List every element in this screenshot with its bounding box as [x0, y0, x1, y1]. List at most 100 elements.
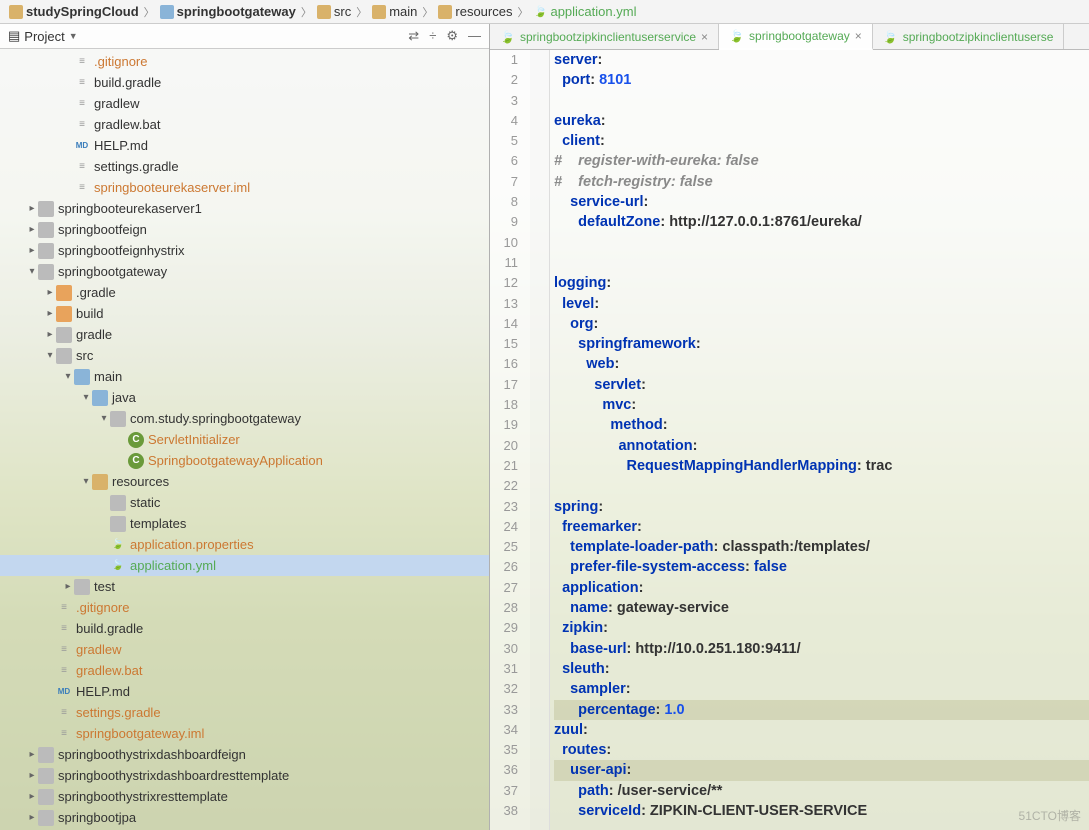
tree-row[interactable]: ≡springbooteurekaserver.iml	[0, 177, 489, 198]
expand-icon[interactable]: ▾	[80, 392, 92, 403]
code-line[interactable]: annotation:	[554, 436, 1089, 456]
expand-icon[interactable]: ▾	[44, 350, 56, 361]
tree-row[interactable]: ▾resources	[0, 471, 489, 492]
expand-icon[interactable]: ▸	[26, 749, 38, 760]
tree-row[interactable]: templates	[0, 513, 489, 534]
tree-row[interactable]: ▸springboothystrixresttemplate	[0, 786, 489, 807]
expand-icon[interactable]: ▾	[80, 476, 92, 487]
breadcrumb-item[interactable]: resources	[435, 2, 515, 21]
expand-icon[interactable]: ▾	[98, 413, 110, 424]
tree-row[interactable]: ≡gradlew.bat	[0, 660, 489, 681]
expand-icon[interactable]: ▸	[44, 329, 56, 340]
tree-row[interactable]: 🍃application.properties	[0, 534, 489, 555]
tree-row[interactable]: ▸.gradle	[0, 282, 489, 303]
code-line[interactable]: web:	[554, 354, 1089, 374]
code-line[interactable]: base-url: http://10.0.251.180:9411/	[554, 639, 1089, 659]
code-line[interactable]: springframework:	[554, 334, 1089, 354]
breadcrumb-item[interactable]: main	[369, 2, 420, 21]
tree-row[interactable]: ≡gradlew	[0, 93, 489, 114]
code-line[interactable]: sleuth:	[554, 659, 1089, 679]
code-line[interactable]: defaultZone: http://127.0.0.1:8761/eurek…	[554, 212, 1089, 232]
code-line[interactable]: sampler:	[554, 679, 1089, 699]
project-tree[interactable]: ≡.gitignore≡build.gradle≡gradlew≡gradlew…	[0, 49, 489, 830]
code-line[interactable]: port: 8101	[554, 70, 1089, 90]
code-line[interactable]: service-url:	[554, 192, 1089, 212]
expand-icon[interactable]: ▸	[44, 308, 56, 319]
expand-icon[interactable]: ▸	[26, 812, 38, 823]
expand-icon[interactable]: ▸	[26, 224, 38, 235]
tree-row[interactable]: CSpringbootgatewayApplication	[0, 450, 489, 471]
code-line[interactable]: application:	[554, 578, 1089, 598]
tree-row[interactable]: ≡settings.gradle	[0, 702, 489, 723]
code-line[interactable]: path: /user-service/**	[554, 781, 1089, 801]
code-line[interactable]: zipkin:	[554, 618, 1089, 638]
expand-icon[interactable]: ▸	[44, 287, 56, 298]
code-line[interactable]: serviceId: ZIPKIN-CLIENT-USER-SERVICE	[554, 801, 1089, 821]
tree-row[interactable]: static	[0, 492, 489, 513]
tree-row[interactable]: ▸springbootfeign	[0, 219, 489, 240]
expand-icon[interactable]: ▾	[26, 266, 38, 277]
breadcrumb-item[interactable]: 🍃application.yml	[530, 2, 639, 21]
tree-row[interactable]: ≡.gitignore	[0, 597, 489, 618]
tree-row[interactable]: ≡springbootgateway.iml	[0, 723, 489, 744]
tree-row[interactable]: ▸springbootjpa	[0, 807, 489, 828]
code-editor[interactable]: 1234567891011121314151617181920212223242…	[490, 50, 1089, 830]
expand-icon[interactable]: ▸	[26, 245, 38, 256]
editor-tab[interactable]: 🍃springbootgateway×	[719, 24, 873, 50]
code-line[interactable]	[554, 253, 1089, 273]
panel-tool-icon[interactable]: ÷	[429, 28, 436, 44]
expand-icon[interactable]: ▸	[26, 791, 38, 802]
fold-area[interactable]	[530, 50, 550, 830]
code-line[interactable]: user-api:	[554, 760, 1089, 780]
tree-row[interactable]: ▾com.study.springbootgateway	[0, 408, 489, 429]
code-line[interactable]: prefer-file-system-access: false	[554, 557, 1089, 577]
code-line[interactable]: zuul:	[554, 720, 1089, 740]
expand-icon[interactable]: ▸	[26, 203, 38, 214]
code-line[interactable]	[554, 233, 1089, 253]
code-line[interactable]: freemarker:	[554, 517, 1089, 537]
code-line[interactable]: eureka:	[554, 111, 1089, 131]
tree-row[interactable]: ▾src	[0, 345, 489, 366]
tree-row[interactable]: ▸test	[0, 576, 489, 597]
tree-row[interactable]: ▾main	[0, 366, 489, 387]
expand-icon[interactable]: ▸	[26, 770, 38, 781]
tree-row[interactable]: ▾java	[0, 387, 489, 408]
tree-row[interactable]: ≡build.gradle	[0, 72, 489, 93]
code-line[interactable]: servlet:	[554, 375, 1089, 395]
editor-tab[interactable]: 🍃springbootzipkinclientuserservice×	[490, 24, 719, 49]
code-line[interactable]: logging:	[554, 273, 1089, 293]
code-line[interactable]: # fetch-registry: false	[554, 172, 1089, 192]
code-line[interactable]: server:	[554, 50, 1089, 70]
tree-row[interactable]: ▸springboothystrixdashboardfeign	[0, 744, 489, 765]
tree-row[interactable]: ≡build.gradle	[0, 618, 489, 639]
code-line[interactable]: RequestMappingHandlerMapping: trac	[554, 456, 1089, 476]
code-line[interactable]: name: gateway-service	[554, 598, 1089, 618]
expand-icon[interactable]: ▸	[62, 581, 74, 592]
code-line[interactable]: routes:	[554, 740, 1089, 760]
code-line[interactable]: method:	[554, 415, 1089, 435]
tree-row[interactable]: MDHELP.md	[0, 681, 489, 702]
tree-row[interactable]: ≡gradlew	[0, 639, 489, 660]
code-line[interactable]: org:	[554, 314, 1089, 334]
panel-tool-icon[interactable]: ⚙	[446, 28, 458, 44]
expand-icon[interactable]: ▾	[62, 371, 74, 382]
tree-row[interactable]: ≡.gitignore	[0, 51, 489, 72]
tree-row[interactable]: ▸springboothystrixdashboardresttemplate	[0, 765, 489, 786]
tree-row[interactable]: ▸springbootfeignhystrix	[0, 240, 489, 261]
tree-row[interactable]: 🍃application.yml	[0, 555, 489, 576]
close-icon[interactable]: ×	[701, 30, 708, 44]
tree-row[interactable]: MDHELP.md	[0, 135, 489, 156]
code-line[interactable]: mvc:	[554, 395, 1089, 415]
code-line[interactable]: template-loader-path: classpath:/templat…	[554, 537, 1089, 557]
tree-row[interactable]: ≡settings.gradle	[0, 156, 489, 177]
tree-row[interactable]: ▸gradle	[0, 324, 489, 345]
tree-row[interactable]: ≡gradlew.bat	[0, 114, 489, 135]
code-line[interactable]: level:	[554, 294, 1089, 314]
tree-row[interactable]: ▸build	[0, 303, 489, 324]
tree-row[interactable]: ▾springbootgateway	[0, 261, 489, 282]
code-line[interactable]	[554, 476, 1089, 496]
tree-row[interactable]: ▸springbooteurekaserver1	[0, 198, 489, 219]
panel-tool-icon[interactable]: —	[468, 28, 481, 44]
code-line[interactable]: # register-with-eureka: false	[554, 151, 1089, 171]
code-area[interactable]: server: port: 8101eureka: client:# regis…	[550, 50, 1089, 830]
